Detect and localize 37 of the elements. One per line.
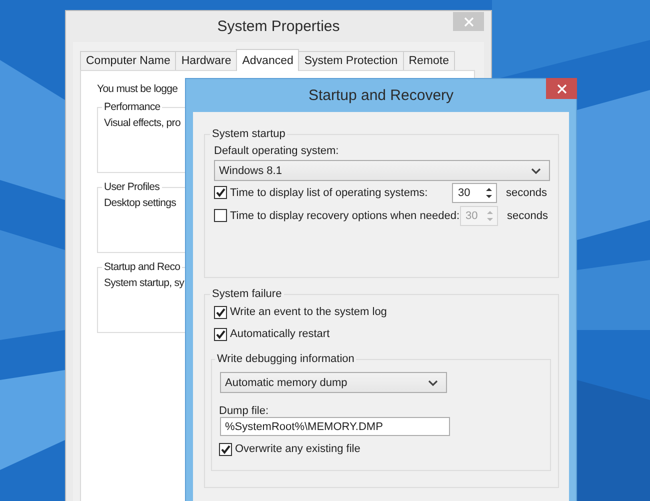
- dump-file-field[interactable]: %SystemRoot%\MEMORY.DMP: [220, 417, 450, 436]
- window-title: System Properties: [217, 18, 340, 35]
- checkbox[interactable]: [214, 186, 227, 199]
- close-icon: [464, 16, 474, 26]
- group-description: Visual effects, pro: [104, 117, 180, 129]
- checkbox-label: Write an event to the system log: [230, 306, 387, 318]
- group-title: Write debugging information: [216, 353, 356, 365]
- checkbox-label: Time to display list of operating systems:: [230, 186, 428, 198]
- group-title: System startup: [211, 128, 286, 140]
- unit-label: seconds: [507, 210, 548, 222]
- group-description: Desktop settings: [104, 197, 176, 209]
- checkbox[interactable]: [214, 328, 227, 340]
- dump-type-dropdown[interactable]: Automatic memory dump: [220, 372, 447, 393]
- group-title: Performance: [103, 101, 162, 113]
- intro-text: You must be logge: [97, 83, 178, 95]
- spin-field[interactable]: 30: [452, 182, 497, 202]
- checkbox-label: Automatically restart: [230, 328, 330, 340]
- tab[interactable]: Remote: [402, 51, 455, 70]
- group-title: System failure: [211, 288, 283, 300]
- field-label: Dump file:: [219, 405, 270, 417]
- group-title: Startup and Reco: [103, 261, 182, 273]
- tab[interactable]: Advanced: [236, 49, 300, 71]
- checkbox[interactable]: [214, 306, 227, 318]
- unit-label: seconds: [506, 186, 548, 198]
- group-title: User Profiles: [103, 181, 161, 193]
- field-label: Default operating system:: [214, 145, 340, 157]
- close-icon: [556, 84, 566, 94]
- window-title: Startup and Recovery: [308, 87, 454, 104]
- checkbox-label: Time to display recovery options when needed:: [230, 210, 460, 222]
- tab[interactable]: Computer Name: [80, 51, 176, 70]
- checkbox-label: Overwrite any existing file: [235, 443, 360, 455]
- close-button[interactable]: [546, 78, 577, 99]
- group-description: System startup, sy: [104, 277, 184, 289]
- chevron-down-icon: [531, 168, 541, 174]
- chevron-down-icon: [428, 380, 438, 386]
- checkbox[interactable]: [219, 442, 232, 456]
- os-dropdown[interactable]: Windows 8.1: [214, 160, 550, 181]
